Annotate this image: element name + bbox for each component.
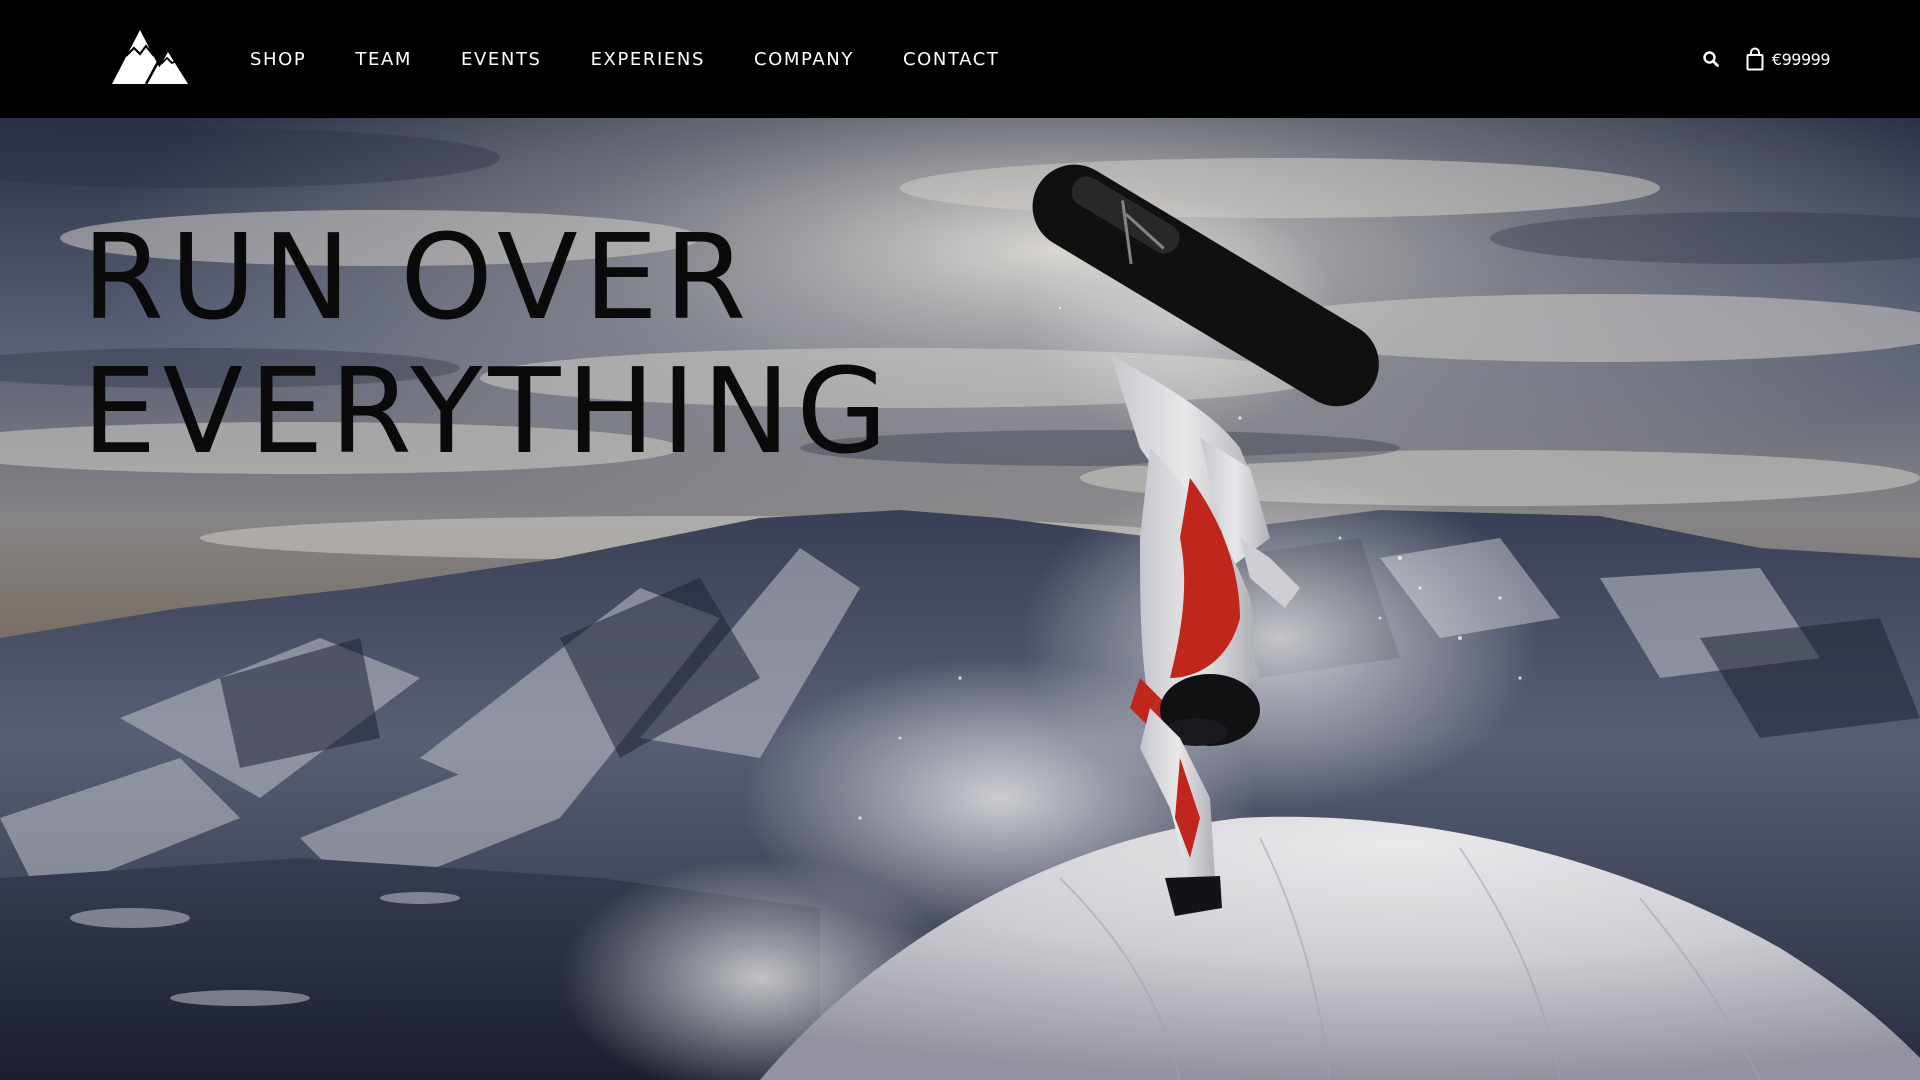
cart-button[interactable]: €99999 <box>1746 47 1831 71</box>
page: SHOP TEAM EVENTS EXPERIENS COMPANY CONTA… <box>0 0 1920 1080</box>
main-nav: SHOP TEAM EVENTS EXPERIENS COMPANY CONTA… <box>250 0 1000 118</box>
hero-section: RUN OVER EVERYTHING <box>0 118 1920 1080</box>
headline-line-1: RUN OVER <box>82 208 753 346</box>
nav-company[interactable]: COMPANY <box>754 49 854 70</box>
nav-shop[interactable]: SHOP <box>250 49 306 70</box>
nav-contact[interactable]: CONTACT <box>903 49 1000 70</box>
search-button[interactable] <box>1702 50 1720 68</box>
nav-events[interactable]: EVENTS <box>461 49 542 70</box>
headline-line-2: EVERYTHING <box>82 342 894 480</box>
site-header: SHOP TEAM EVENTS EXPERIENS COMPANY CONTA… <box>0 0 1920 118</box>
cart-total: €99999 <box>1771 49 1831 69</box>
shopping-bag-icon <box>1746 47 1764 71</box>
search-icon <box>1703 51 1719 67</box>
header-actions: €99999 <box>1702 0 1831 118</box>
hero-headline: RUN OVER EVERYTHING <box>82 210 894 478</box>
mountain-logo-icon <box>112 30 188 85</box>
nav-experiens[interactable]: EXPERIENS <box>591 49 705 70</box>
nav-team[interactable]: TEAM <box>355 49 412 70</box>
